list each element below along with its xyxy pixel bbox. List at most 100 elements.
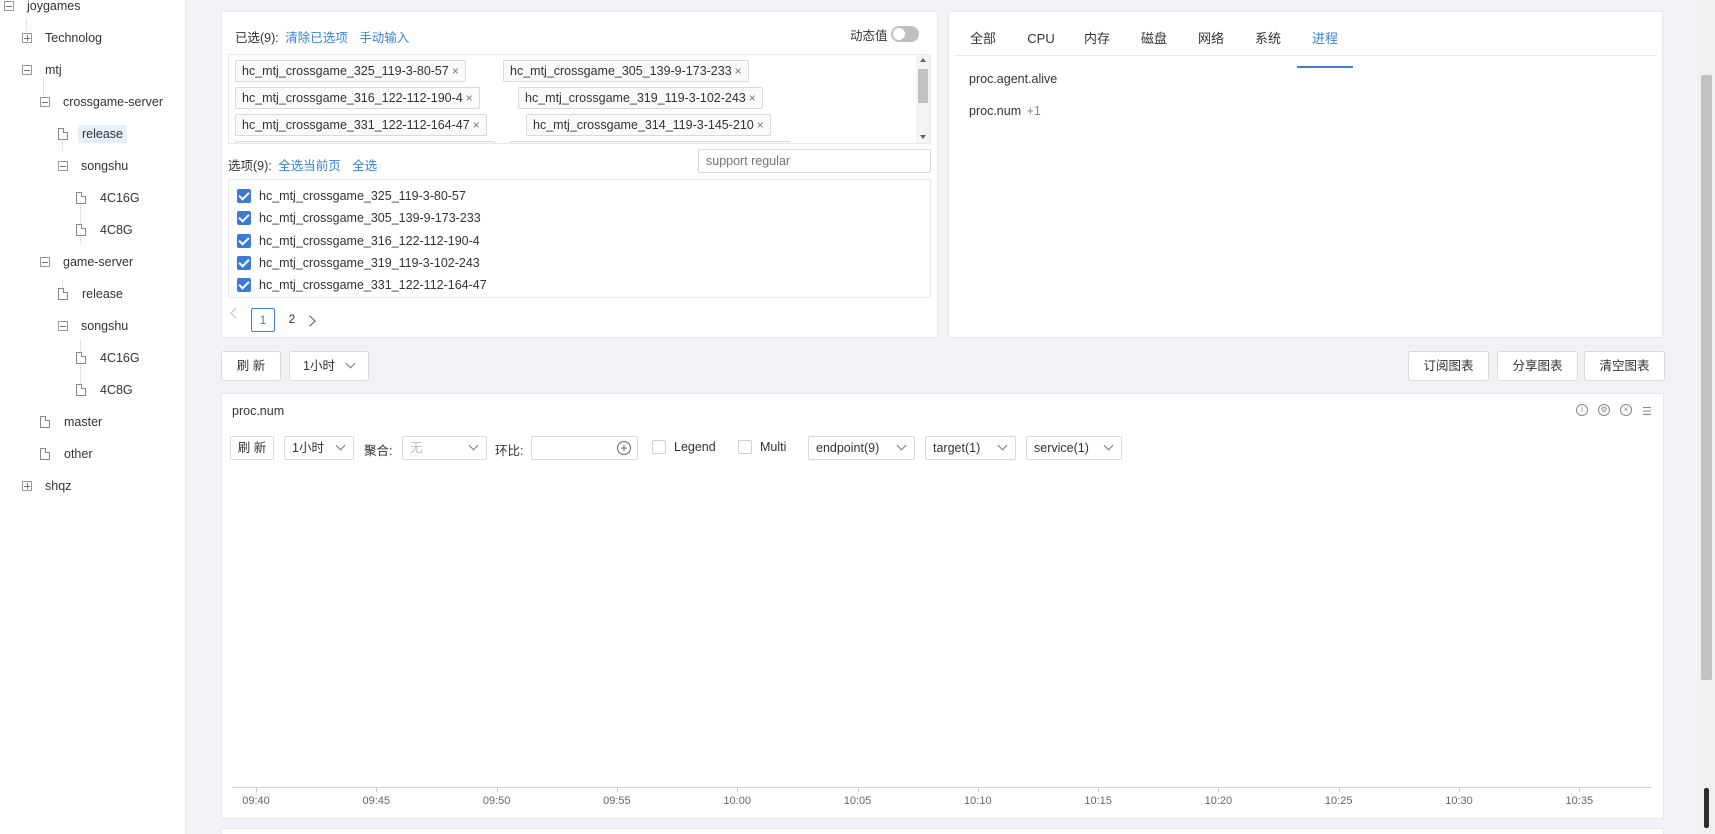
select-all-link[interactable]: 全选 (352, 159, 377, 173)
close-icon[interactable]: × (735, 64, 742, 78)
x-tick-mark (616, 788, 618, 792)
collapse-icon[interactable] (40, 97, 50, 107)
tree-node-songshu[interactable]: songshu (58, 155, 132, 177)
selected-tag[interactable]: hc_mtj_crossgame_331_122-112-164-47 × (235, 114, 487, 136)
tree-node-shqz[interactable]: shqz (22, 475, 75, 497)
tab-cpu[interactable]: CPU (1026, 30, 1056, 68)
checkbox-checked-icon[interactable] (237, 256, 251, 270)
legend-checkbox[interactable]: Legend (652, 440, 716, 454)
info-icon[interactable]: i (1576, 404, 1588, 416)
metric-count-badge: +1 (1026, 104, 1041, 118)
tab-disk[interactable]: 磁盘 (1140, 30, 1168, 68)
selected-tag[interactable] (510, 141, 790, 143)
multi-checkbox[interactable]: Multi (738, 440, 786, 454)
x-tick-mark (256, 788, 257, 792)
page-scrollbar[interactable] (1698, 0, 1715, 834)
search-input[interactable] (698, 149, 931, 173)
tree-node-game-server[interactable]: game-server (40, 251, 137, 273)
time-range-select[interactable]: 1小时 (289, 351, 369, 381)
expand-icon[interactable] (22, 33, 32, 43)
chart-refresh-button[interactable]: 刷 新 (230, 436, 274, 460)
scroll-down-icon[interactable] (920, 135, 926, 139)
target-select[interactable]: target(1) (925, 436, 1016, 460)
share-chart-button[interactable]: 分享图表 (1497, 351, 1578, 381)
checkbox-checked-icon[interactable] (237, 189, 251, 203)
ratio-input[interactable]: + (531, 436, 638, 460)
tree-node-4c16g[interactable]: 4C16G (76, 347, 144, 369)
checkbox-checked-icon[interactable] (237, 234, 251, 248)
checkbox-icon[interactable] (652, 440, 666, 454)
collapse-icon[interactable] (4, 1, 14, 11)
selected-tag[interactable]: hc_mtj_crossgame_325_119-3-80-57 × (235, 60, 466, 82)
chart-range-select[interactable]: 1小时 (284, 436, 354, 460)
prev-page-icon[interactable] (230, 307, 242, 319)
clear-selected-link[interactable]: 清除已选项 (285, 31, 348, 45)
manual-input-link[interactable]: 手动输入 (359, 31, 409, 45)
tree-node-4c16g[interactable]: 4C16G (76, 187, 144, 209)
selected-tag[interactable]: hc_mtj_crossgame_319_119-3-102-243 × (518, 87, 763, 109)
close-icon[interactable]: × (473, 118, 480, 132)
expand-icon[interactable] (22, 481, 32, 491)
list-item[interactable]: hc_mtj_crossgame_316_122-112-190-4 (237, 231, 480, 251)
tab-process[interactable]: 进程 (1297, 30, 1353, 68)
collapse-icon[interactable] (58, 321, 68, 331)
selected-tag[interactable]: hc_mtj_crossgame_316_122-112-190-4 × (235, 87, 480, 109)
checkbox-checked-icon[interactable] (237, 211, 251, 225)
tab-all[interactable]: 全部 (969, 30, 997, 68)
selected-tag[interactable]: hc_mtj_crossgame_305_139-9-173-233 × (503, 60, 749, 82)
tags-scrollbar[interactable] (916, 55, 930, 143)
page-1[interactable]: 1 (251, 308, 275, 332)
tree-node-4c8g[interactable]: 4C8G (76, 379, 137, 401)
page-scroll-thumb[interactable] (1701, 75, 1712, 680)
service-select[interactable]: service(1) (1026, 436, 1122, 460)
tree-node-release[interactable]: release (58, 123, 127, 145)
dynamic-value-switch[interactable] (891, 26, 919, 42)
clear-chart-button[interactable]: 清空图表 (1584, 351, 1665, 381)
selected-tag[interactable]: hc_mtj_crossgame_314_119-3-145-210 × (526, 114, 771, 136)
tree-node-joygames[interactable]: joygames (4, 0, 85, 17)
tab-memory[interactable]: 内存 (1083, 30, 1111, 68)
selected-tag[interactable] (235, 141, 495, 143)
metric-item[interactable]: proc.num +1 (969, 104, 1041, 118)
endpoint-select[interactable]: endpoint(9) (808, 436, 915, 460)
tree-node-master[interactable]: master (40, 411, 106, 433)
checkbox-icon[interactable] (738, 440, 752, 454)
close-icon[interactable]: × (452, 64, 459, 78)
list-item[interactable]: hc_mtj_crossgame_331_122-112-164-47 (237, 275, 487, 295)
close-icon[interactable]: × (757, 118, 764, 132)
checkbox-checked-icon[interactable] (237, 278, 251, 292)
page-2[interactable]: 2 (281, 308, 303, 332)
list-item[interactable]: hc_mtj_crossgame_305_139-9-173-233 (237, 208, 481, 228)
tab-network[interactable]: 网络 (1197, 30, 1225, 68)
gear-icon[interactable]: ⚙ (1598, 404, 1610, 416)
close-circle-icon[interactable]: × (1620, 404, 1632, 416)
resize-handle[interactable] (1704, 788, 1709, 828)
collapse-icon[interactable] (58, 161, 68, 171)
tree-node-mtj[interactable]: mtj (22, 59, 66, 81)
select-page-link[interactable]: 全选当前页 (278, 159, 341, 173)
list-item[interactable]: hc_mtj_crossgame_319_119-3-102-243 (237, 253, 480, 273)
aggregate-select[interactable]: 无 (402, 436, 487, 460)
add-circle-icon[interactable]: + (617, 441, 631, 455)
x-axis-ticks: 09:40 09:45 09:50 09:55 10:00 10:05 10:10 10:15… (232, 788, 1652, 811)
tree-node-technolog[interactable]: Technolog (22, 27, 106, 49)
tree-node-4c8g[interactable]: 4C8G (76, 219, 137, 241)
next-page-icon[interactable] (304, 315, 316, 327)
close-icon[interactable]: × (749, 91, 756, 105)
tree-node-crossgame-server[interactable]: crossgame-server (40, 91, 167, 113)
scroll-thumb[interactable] (918, 69, 928, 103)
selected-header: 已选(9): 清除已选项 手动输入 (235, 27, 409, 46)
tab-system[interactable]: 系统 (1254, 30, 1282, 68)
list-item[interactable]: hc_mtj_crossgame_325_119-3-80-57 (237, 186, 466, 206)
menu-icon[interactable]: ☰ (1642, 405, 1652, 418)
collapse-icon[interactable] (40, 257, 50, 267)
tree-node-release[interactable]: release (58, 283, 127, 305)
refresh-button[interactable]: 刷 新 (221, 351, 281, 381)
metric-item[interactable]: proc.agent.alive (969, 72, 1057, 86)
collapse-icon[interactable] (22, 65, 32, 75)
subscribe-chart-button[interactable]: 订阅图表 (1408, 351, 1489, 381)
tree-node-songshu[interactable]: songshu (58, 315, 132, 337)
tree-node-other[interactable]: other (40, 443, 97, 465)
scroll-up-icon[interactable] (920, 58, 926, 62)
close-icon[interactable]: × (466, 91, 473, 105)
